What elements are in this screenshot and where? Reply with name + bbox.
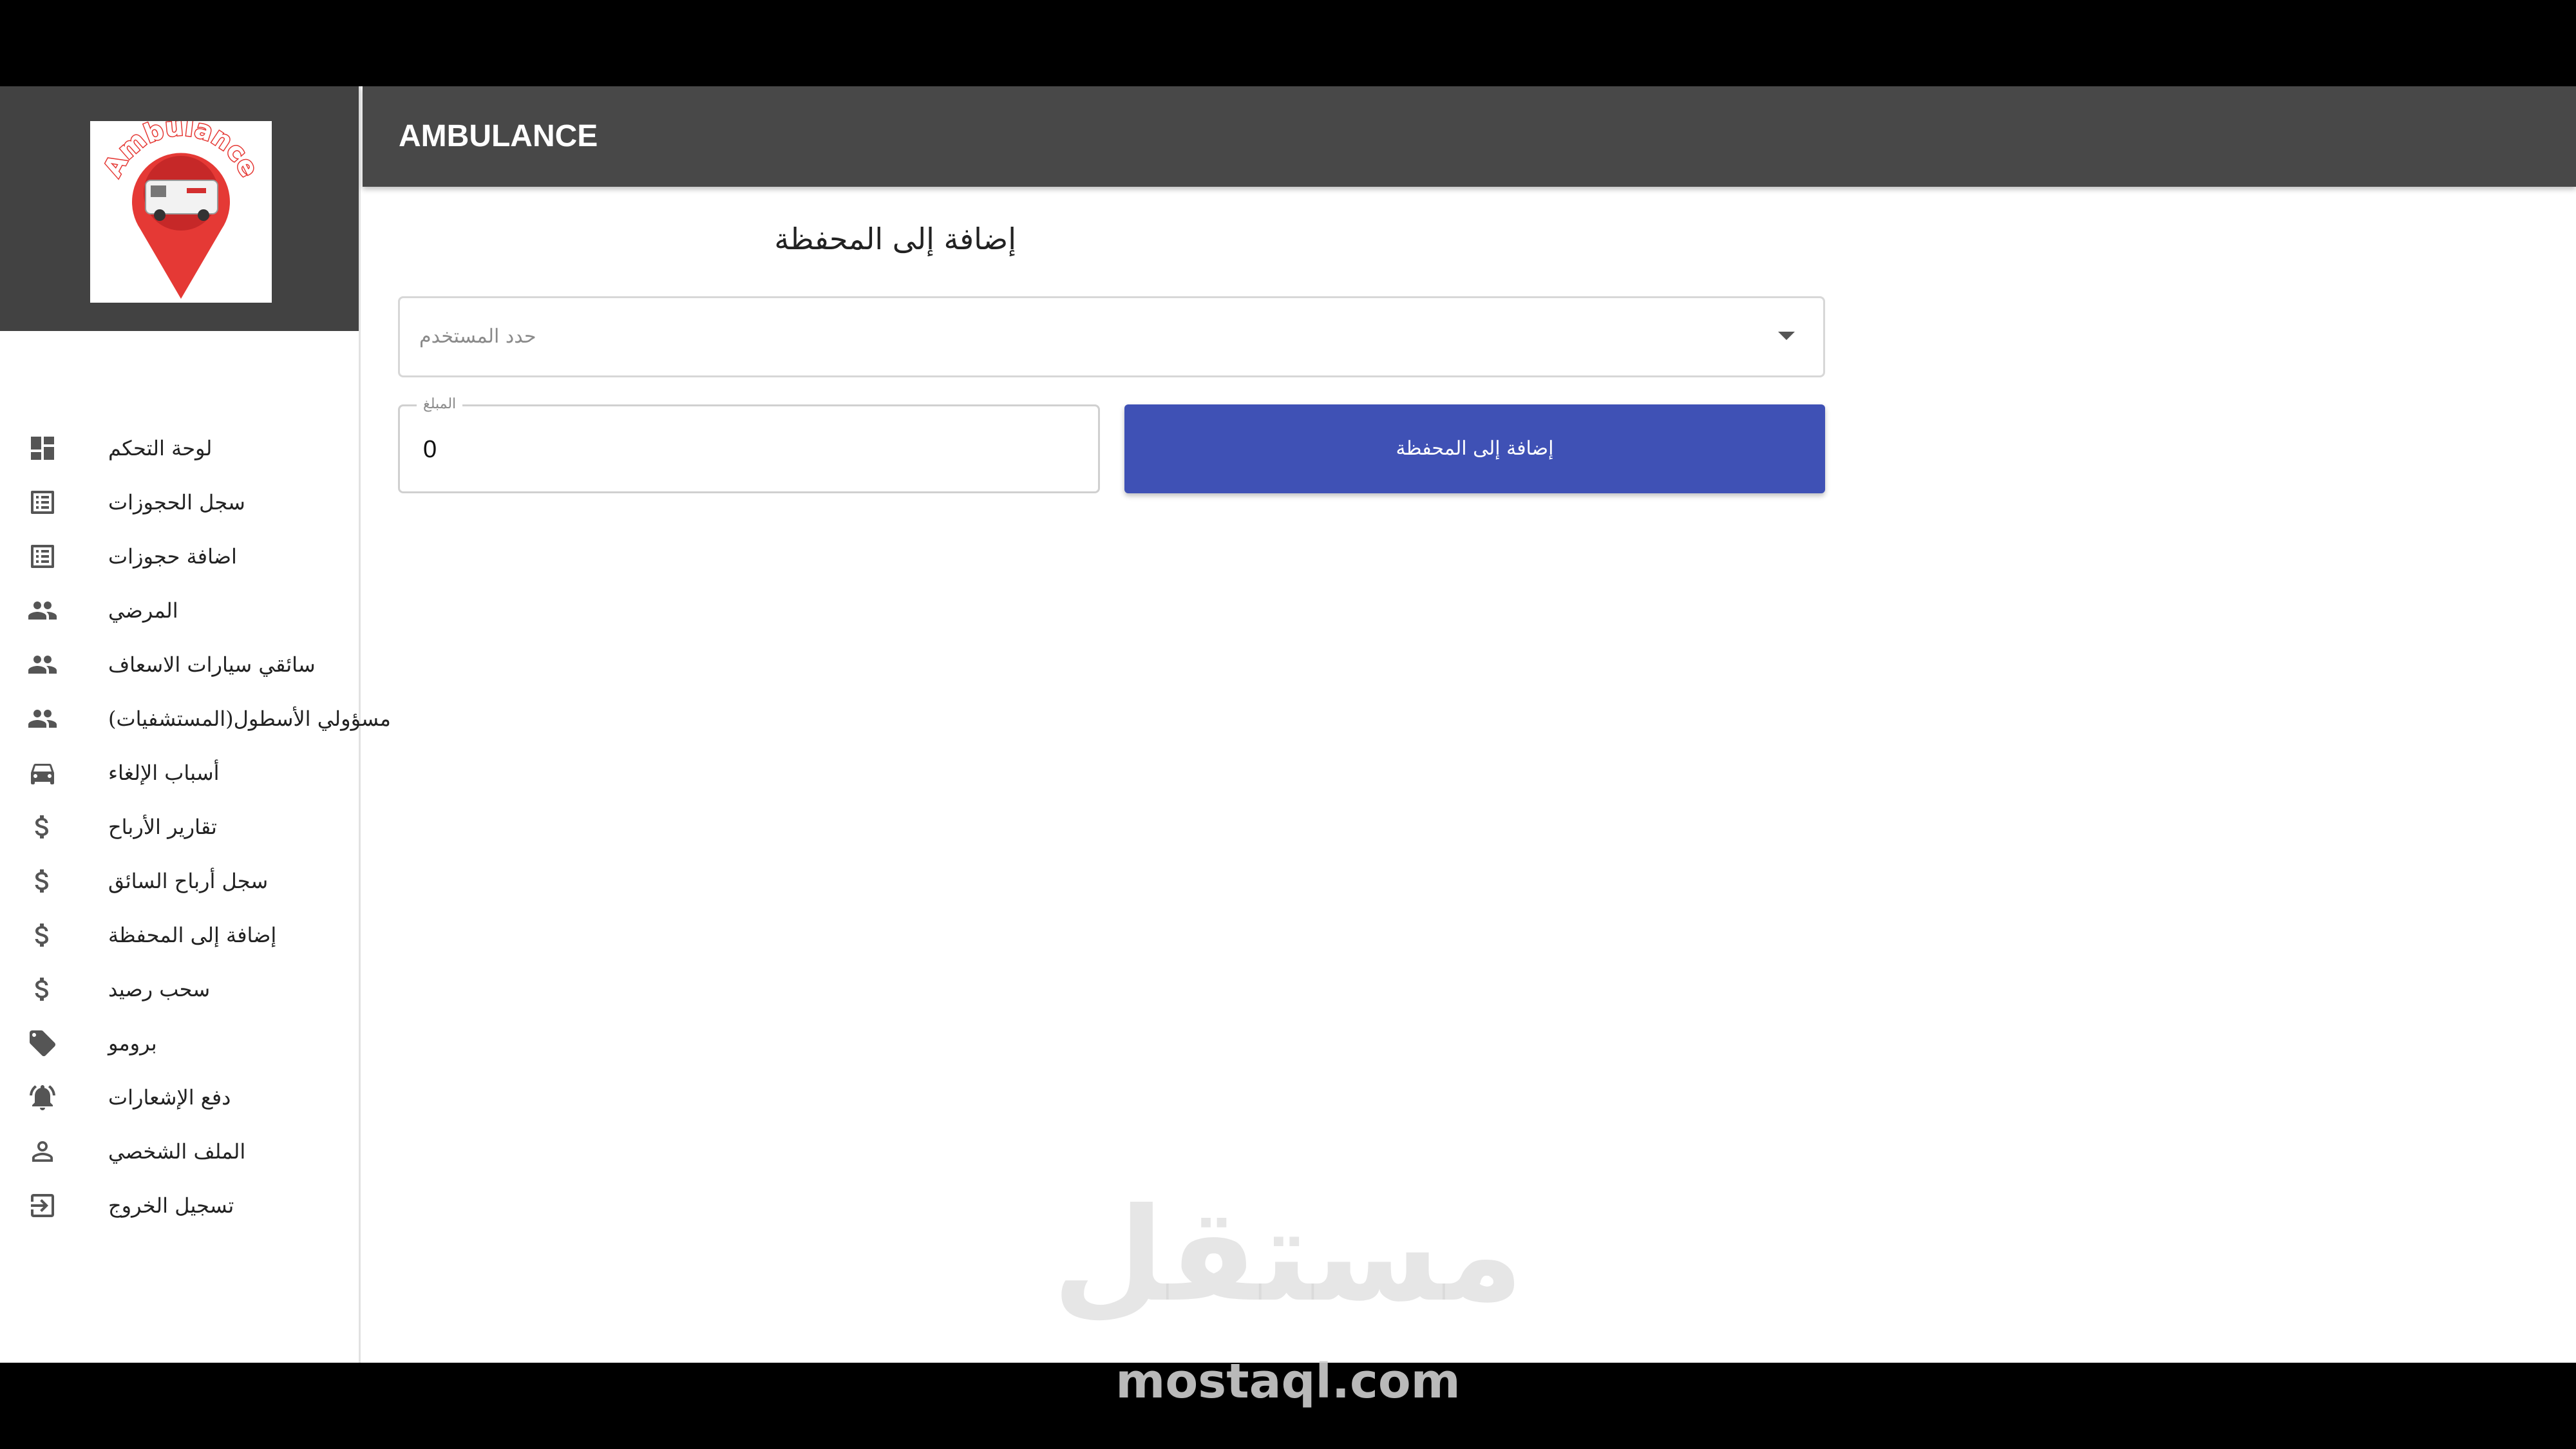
sidebar-item-label: المرضي (108, 598, 178, 623)
list-icon (26, 487, 59, 518)
car-icon (26, 757, 59, 788)
sidebar-item-profile[interactable]: الملف الشخصي (0, 1124, 359, 1179)
watermark-latin: mostaql.com (1115, 1354, 1461, 1409)
sidebar-item-label: مسؤولي الأسطول(المستشفيات) (108, 706, 391, 731)
dollar-icon (26, 866, 59, 896)
sidebar-item-label: سجل أرباح السائق (108, 869, 269, 893)
sidebar-item-ambulance-drivers[interactable]: سائقي سيارات الاسعاف (0, 638, 359, 692)
app-title: AMBULANCE (399, 119, 598, 153)
sidebar-item-cancel-reasons[interactable]: أسباب الإلغاء (0, 746, 359, 800)
add-to-wallet-button[interactable]: إضافة إلى المحفظة (1124, 404, 1825, 493)
sidebar-item-label: برومو (108, 1031, 157, 1056)
bell-icon (26, 1082, 59, 1113)
app-window: Ambulance لوحة التحكم سجل الحجوزات اضافة… (0, 86, 2576, 1363)
dollar-icon (26, 920, 59, 951)
sidebar-item-withdraw-balance[interactable]: سحب رصيد (0, 962, 359, 1016)
people-icon (26, 649, 59, 680)
people-icon (26, 703, 59, 734)
amount-field[interactable]: المبلغ (398, 393, 1100, 493)
person-icon (26, 1136, 59, 1167)
sidebar-item-label: تسجيل الخروج (108, 1193, 234, 1218)
user-select-placeholder: حدد المستخدم (419, 325, 536, 348)
sidebar: Ambulance لوحة التحكم سجل الحجوزات اضافة… (0, 86, 391, 1363)
dropdown-arrow-icon[interactable] (1778, 332, 1795, 340)
sidebar-item-push-notifications[interactable]: دفع الإشعارات (0, 1070, 359, 1124)
amount-input[interactable] (422, 406, 1004, 493)
sidebar-header: Ambulance (0, 86, 359, 331)
sidebar-item-label: سحب رصيد (108, 977, 211, 1001)
dollar-icon (26, 811, 59, 842)
sidebar-item-add-to-wallet[interactable]: إضافة إلى المحفظة (0, 908, 359, 962)
page-title: إضافة إلى المحفظة (398, 222, 1016, 267)
sidebar-item-label: سائقي سيارات الاسعاف (108, 652, 316, 677)
dashboard-icon (26, 433, 59, 464)
sidebar-item-label: تقارير الأرباح (108, 815, 217, 839)
people-icon (26, 595, 59, 626)
watermark-arabic: مستقل (1052, 1180, 1524, 1331)
list-icon (26, 541, 59, 572)
mostaql-watermark: مستقل mostaql.com (1030, 1172, 1546, 1430)
letterbox-top (0, 0, 2576, 86)
sidebar-item-promo[interactable]: برومو (0, 1016, 359, 1070)
sidebar-item-logout[interactable]: تسجيل الخروج (0, 1179, 359, 1233)
dollar-icon (26, 974, 59, 1005)
sidebar-item-bookings-log[interactable]: سجل الحجوزات (0, 475, 359, 529)
sidebar-item-label: لوحة التحكم (108, 436, 213, 460)
tag-icon (26, 1028, 59, 1059)
sidebar-item-profit-reports[interactable]: تقارير الأرباح (0, 800, 359, 854)
sidebar-item-fleet-managers[interactable]: مسؤولي الأسطول(المستشفيات) (0, 692, 391, 746)
sidebar-item-label: سجل الحجوزات (108, 490, 245, 515)
logout-icon (26, 1190, 59, 1221)
sidebar-item-label: اضافة حجوزات (108, 544, 237, 569)
top-app-bar: AMBULANCE (363, 86, 2576, 187)
sidebar-item-label: إضافة إلى المحفظة (108, 923, 277, 947)
page-title-text: إضافة إلى المحفظة (774, 222, 1016, 256)
sidebar-item-add-booking[interactable]: اضافة حجوزات (0, 529, 359, 583)
sidebar-item-driver-profits[interactable]: سجل أرباح السائق (0, 854, 359, 908)
user-select[interactable]: حدد المستخدم (398, 296, 1825, 377)
sidebar-item-dashboard[interactable]: لوحة التحكم (0, 421, 359, 475)
sidebar-item-label: دفع الإشعارات (108, 1085, 231, 1110)
sidebar-item-label: أسباب الإلغاء (108, 761, 220, 785)
sidebar-item-patients[interactable]: المرضي (0, 583, 359, 638)
ambulance-logo: Ambulance (90, 121, 272, 303)
sidebar-item-label: الملف الشخصي (108, 1139, 246, 1164)
